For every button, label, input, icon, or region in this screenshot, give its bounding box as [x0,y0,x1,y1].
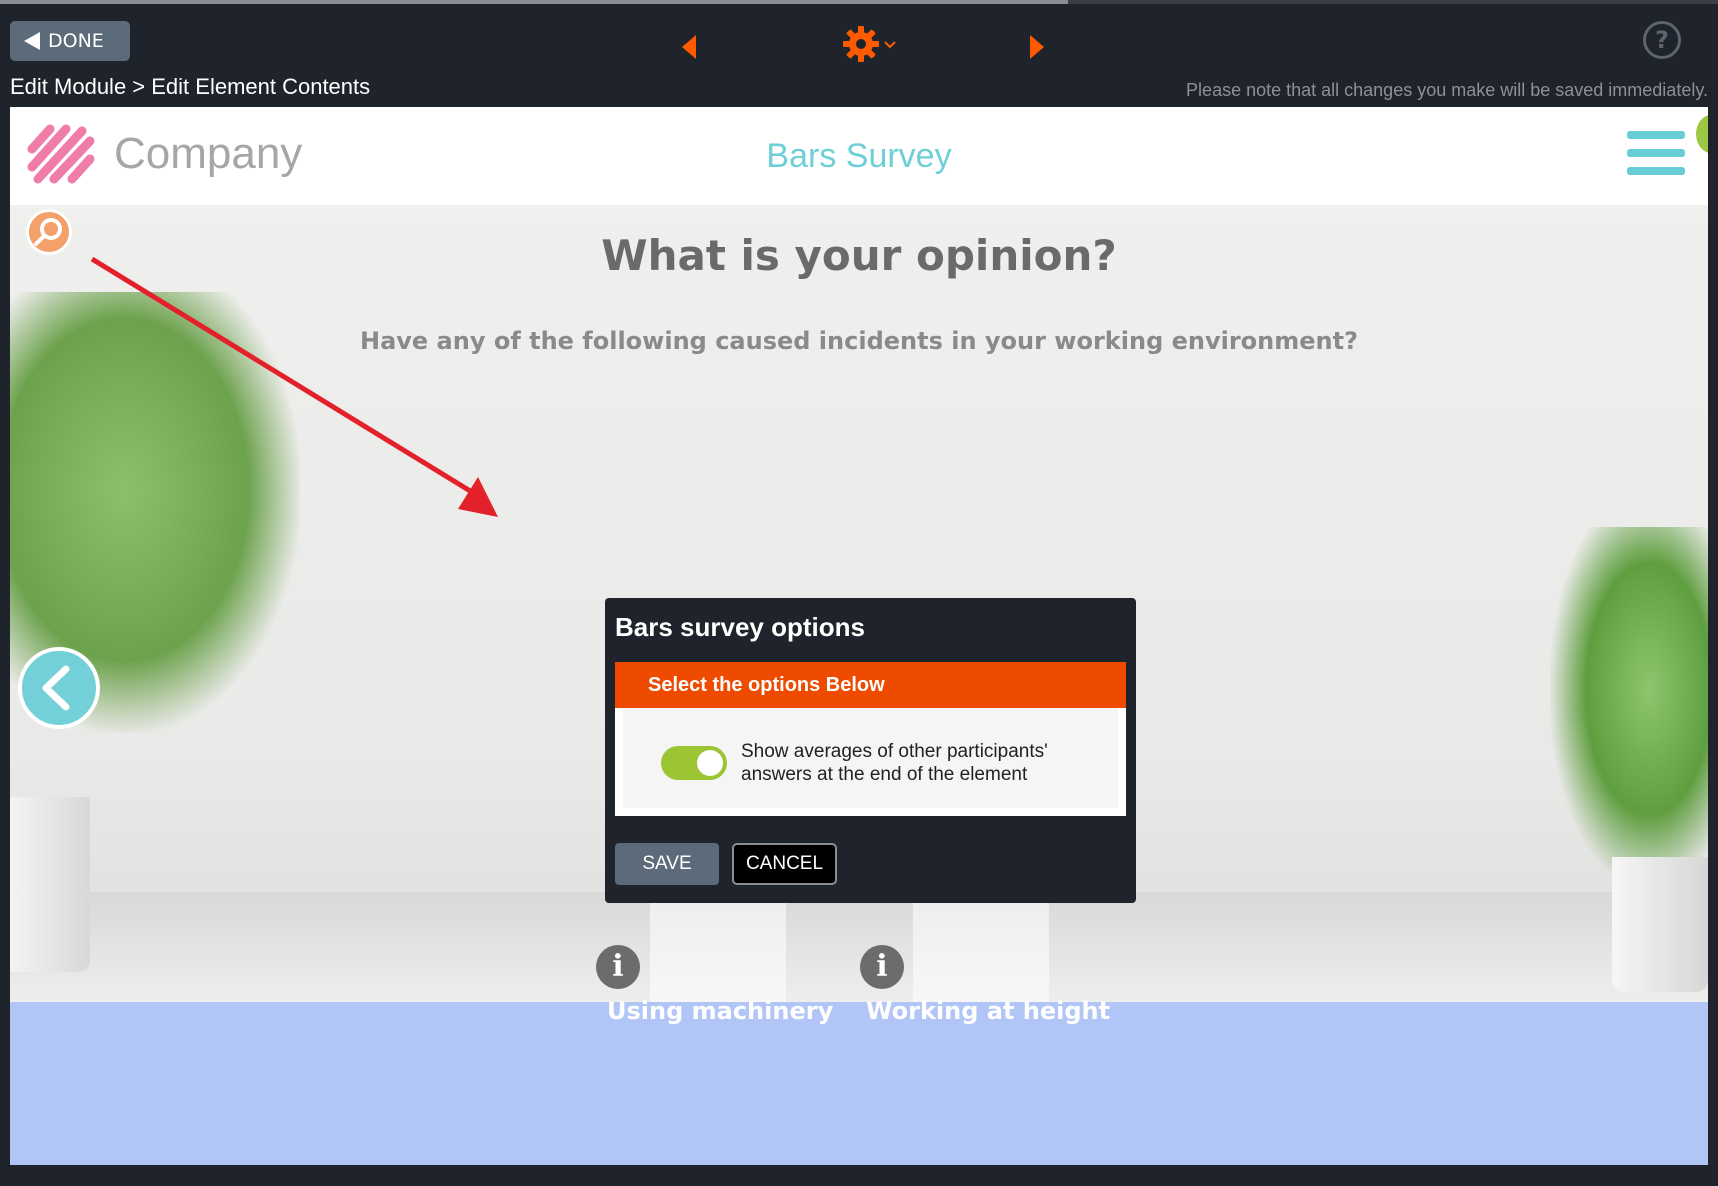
bar-label: Using machinery [607,997,834,1025]
info-icon[interactable]: i [860,945,904,989]
top-progress-fill [0,0,1068,4]
dialog-options-panel: Show averages of other participants' ans… [615,708,1126,816]
dialog-section-header: Select the options Below [615,662,1126,708]
help-icon[interactable]: ? [1643,21,1681,59]
bar-label: Working at height [866,997,1111,1025]
background-floor [10,892,1708,1002]
bars-survey-options-dialog: Bars survey options Select the options B… [605,598,1136,903]
back-triangle-icon [24,32,40,50]
autosave-note: Please note that all changes you make wi… [1186,80,1708,100]
back-nav-button[interactable] [18,647,100,729]
done-button[interactable]: DONE [10,21,130,61]
show-averages-toggle[interactable] [661,746,727,780]
breadcrumb: Edit Module > Edit Element Contents [10,74,371,99]
save-button[interactable]: SAVE [615,843,719,885]
prev-arrow-icon[interactable] [682,35,696,59]
left-pot-decoration [10,797,90,972]
cancel-button[interactable]: CANCEL [732,843,837,885]
module-preview: Company Bars Survey What is your opinion… [10,107,1708,1165]
top-progress-line [0,0,1718,4]
option-row: Show averages of other participants' ans… [623,708,1118,808]
settings-menu[interactable] [843,26,903,70]
bottom-panel [10,1002,1708,1165]
chevron-left-icon [42,665,70,711]
right-pot-decoration [1612,857,1708,992]
info-icon[interactable]: i [596,945,640,989]
annotation-arrow-icon [90,256,498,517]
gear-icon [843,26,896,62]
next-arrow-icon[interactable] [1030,35,1044,59]
hamburger-menu-icon[interactable] [1627,131,1685,185]
dialog-title: Bars survey options [615,612,865,642]
plant-decoration [1550,527,1708,887]
show-averages-label: Show averages of other participants' ans… [741,741,1048,785]
toggle-knob [697,750,723,776]
done-label: DONE [48,30,104,52]
